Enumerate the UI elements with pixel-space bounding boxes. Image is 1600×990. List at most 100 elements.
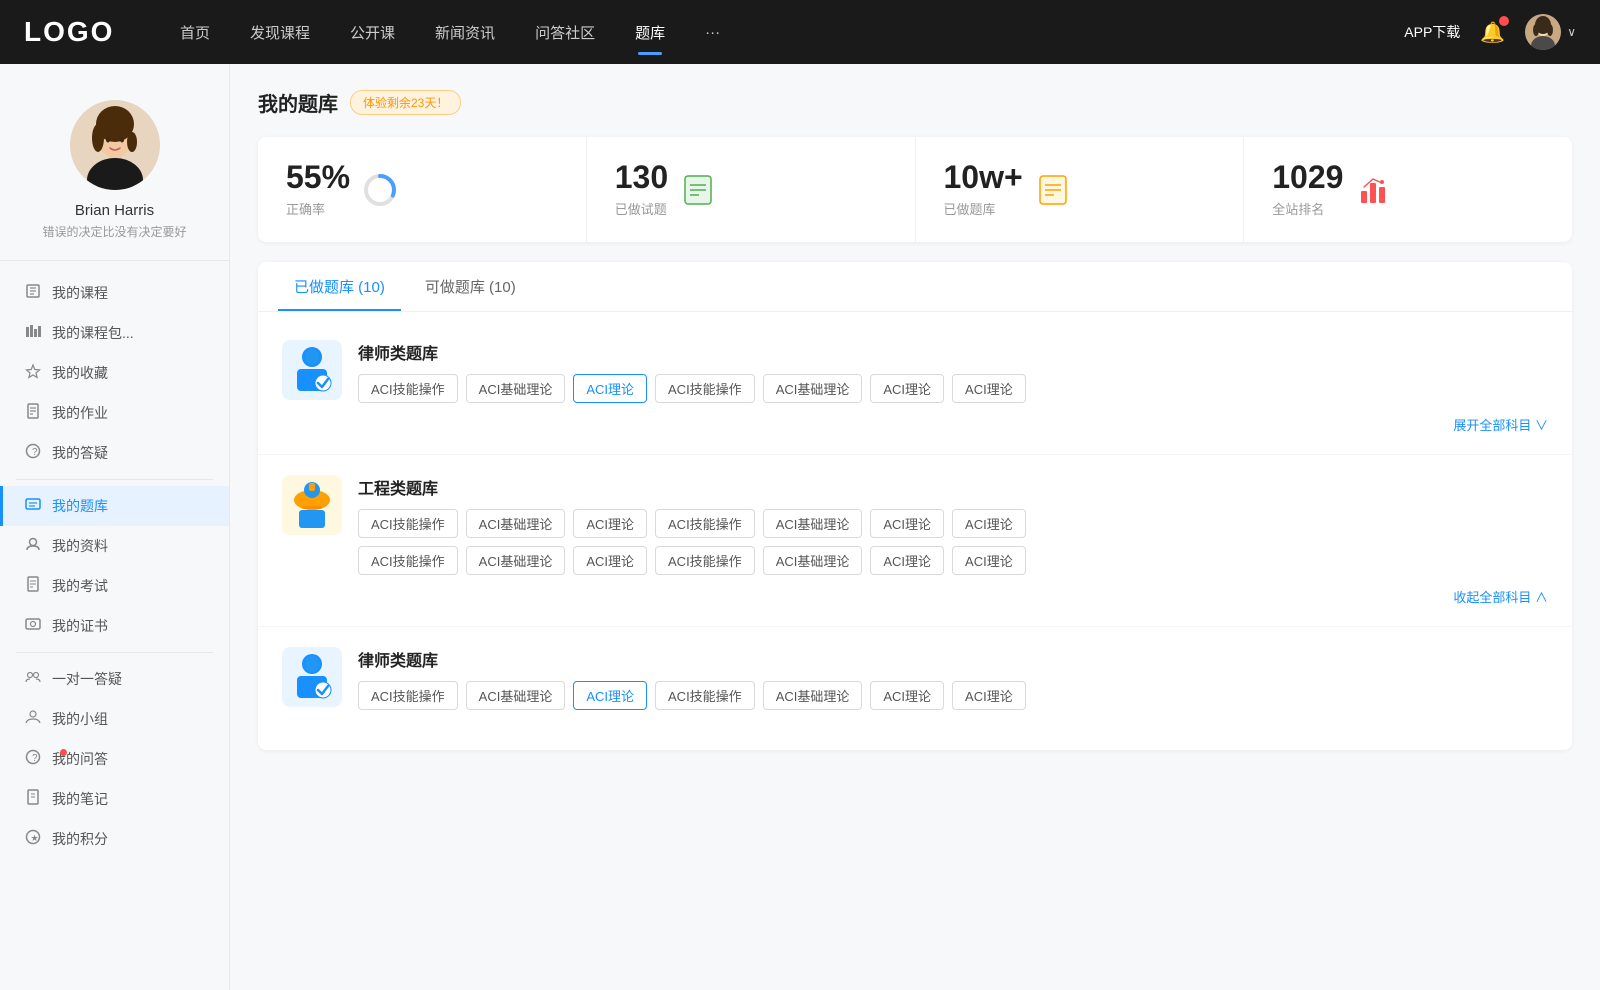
- tag-lawyer-2[interactable]: ACI理论: [573, 374, 647, 403]
- sidebar-item-homework[interactable]: 我的作业: [0, 393, 229, 433]
- stat-ranking-label: 全站排名: [1272, 199, 1343, 218]
- tag-eng-4[interactable]: ACI基础理论: [763, 509, 863, 538]
- tag-lawyer2-6[interactable]: ACI理论: [952, 681, 1026, 710]
- tab-done-banks[interactable]: 已做题库 (10): [278, 262, 401, 311]
- sidebar-item-qbank[interactable]: 我的题库: [0, 486, 229, 526]
- sidebar-item-my-course[interactable]: 我的课程: [0, 273, 229, 313]
- tag-lawyer-0[interactable]: ACI技能操作: [358, 374, 458, 403]
- tag-eng-r2-0[interactable]: ACI技能操作: [358, 546, 458, 575]
- nav-menu: 首页 发现课程 公开课 新闻资讯 问答社区 题库 ···: [164, 14, 1404, 51]
- sidebar-item-my-qa[interactable]: ? 我的问答: [0, 739, 229, 779]
- qbank-engineer-tags-row1: ACI技能操作 ACI基础理论 ACI理论 ACI技能操作 ACI基础理论 AC…: [358, 509, 1548, 538]
- svg-text:?: ?: [32, 447, 38, 458]
- star-icon: [24, 363, 42, 383]
- qa-badge: [60, 749, 67, 756]
- tag-lawyer2-4[interactable]: ACI基础理论: [763, 681, 863, 710]
- tag-lawyer2-0[interactable]: ACI技能操作: [358, 681, 458, 710]
- sidebar-item-notes[interactable]: 我的笔记: [0, 779, 229, 819]
- sidebar-item-exam[interactable]: 我的考试: [0, 566, 229, 606]
- tag-eng-r2-4[interactable]: ACI基础理论: [763, 546, 863, 575]
- tag-eng-2[interactable]: ACI理论: [573, 509, 647, 538]
- sidebar-label-points: 我的积分: [52, 829, 108, 849]
- qa-icon: ?: [24, 443, 42, 463]
- stat-done-label: 已做试题: [615, 199, 668, 218]
- tag-lawyer2-3[interactable]: ACI技能操作: [655, 681, 755, 710]
- page-layout: Brian Harris 错误的决定比没有决定要好 我的课程 我的课程包...: [0, 64, 1600, 990]
- sidebar-item-course-pack[interactable]: 我的课程包...: [0, 313, 229, 353]
- sidebar-item-certificate[interactable]: 我的证书: [0, 606, 229, 646]
- qbank-lawyer-expand[interactable]: 展开全部科目 ∨: [1453, 415, 1548, 434]
- stat-ranking: 1029 全站排名: [1244, 137, 1572, 242]
- navbar: LOGO 首页 发现课程 公开课 新闻资讯 问答社区 题库 ··· APP下载 …: [0, 0, 1600, 64]
- qbank-lawyer2-tags: ACI技能操作 ACI基础理论 ACI理论 ACI技能操作 ACI基础理论 AC…: [358, 681, 1548, 710]
- tag-lawyer-1[interactable]: ACI基础理论: [466, 374, 566, 403]
- app-download-button[interactable]: APP下载: [1404, 22, 1460, 42]
- nav-open-course[interactable]: 公开课: [334, 14, 411, 51]
- nav-news[interactable]: 新闻资讯: [419, 14, 511, 51]
- tag-lawyer2-2[interactable]: ACI理论: [573, 681, 647, 710]
- sidebar-item-qa[interactable]: ? 我的答疑: [0, 433, 229, 473]
- profile-name: Brian Harris: [75, 202, 154, 219]
- tag-eng-5[interactable]: ACI理论: [870, 509, 944, 538]
- sidebar-item-group[interactable]: 我的小组: [0, 699, 229, 739]
- nav-home[interactable]: 首页: [164, 14, 226, 51]
- notification-bell[interactable]: 🔔: [1480, 20, 1505, 45]
- sidebar-item-profile[interactable]: 我的资料: [0, 526, 229, 566]
- done-banks-icon: [1035, 172, 1071, 208]
- divider-2: [16, 652, 213, 653]
- tab-available-banks[interactable]: 可做题库 (10): [409, 262, 532, 311]
- tag-eng-6[interactable]: ACI理论: [952, 509, 1026, 538]
- qbank-item-lawyer2: 律师类题库 ACI技能操作 ACI基础理论 ACI理论 ACI技能操作 ACI基…: [258, 627, 1572, 742]
- course-icon: [24, 283, 42, 303]
- qbank-lawyer2-name: 律师类题库: [358, 647, 1548, 671]
- qbank-list: 律师类题库 ACI技能操作 ACI基础理论 ACI理论 ACI技能操作 ACI基…: [258, 312, 1572, 750]
- tag-lawyer2-5[interactable]: ACI理论: [870, 681, 944, 710]
- tag-eng-1[interactable]: ACI基础理论: [466, 509, 566, 538]
- nav-qa[interactable]: 问答社区: [519, 14, 611, 51]
- sidebar-label-favorites: 我的收藏: [52, 363, 108, 383]
- tag-eng-r2-5[interactable]: ACI理论: [870, 546, 944, 575]
- stat-accuracy: 55% 正确率: [258, 137, 587, 242]
- sidebar-label-homework: 我的作业: [52, 403, 108, 423]
- tag-lawyer-5[interactable]: ACI理论: [870, 374, 944, 403]
- sidebar-label-course: 我的课程: [52, 283, 108, 303]
- sidebar-label-qbank: 我的题库: [52, 496, 108, 516]
- sidebar-label-group: 我的小组: [52, 709, 108, 729]
- sidebar-menu: 我的课程 我的课程包... 我的收藏 我的作业: [0, 269, 229, 863]
- profile-motto: 错误的决定比没有决定要好: [26, 223, 202, 240]
- logo[interactable]: LOGO: [24, 16, 124, 48]
- tag-lawyer-6[interactable]: ACI理论: [952, 374, 1026, 403]
- stat-accuracy-value: 55%: [286, 161, 350, 193]
- sidebar-item-points[interactable]: ★ 我的积分: [0, 819, 229, 859]
- sidebar-item-one-on-one[interactable]: 一对一答疑: [0, 659, 229, 699]
- tag-eng-r2-1[interactable]: ACI基础理论: [466, 546, 566, 575]
- sidebar-item-favorites[interactable]: 我的收藏: [0, 353, 229, 393]
- ranking-icon: [1355, 172, 1391, 208]
- nav-qbank[interactable]: 题库: [619, 14, 681, 51]
- nav-more[interactable]: ···: [689, 16, 736, 49]
- tag-eng-r2-2[interactable]: ACI理论: [573, 546, 647, 575]
- notes-icon: [24, 789, 42, 809]
- qbank-lawyer-name: 律师类题库: [358, 340, 1548, 364]
- my-qa-icon: ?: [24, 749, 42, 769]
- tag-eng-r2-6[interactable]: ACI理论: [952, 546, 1026, 575]
- sidebar-label-profile: 我的资料: [52, 536, 108, 556]
- trial-badge: 体验剩余23天！: [350, 90, 461, 115]
- profile-icon: [24, 536, 42, 556]
- stat-banks-label: 已做题库: [944, 199, 1023, 218]
- page-title: 我的题库: [258, 88, 338, 117]
- qbank-engineer-expand[interactable]: 收起全部科目 ∧: [1453, 587, 1548, 606]
- user-avatar-wrap[interactable]: ∨: [1525, 14, 1576, 50]
- tag-eng-3[interactable]: ACI技能操作: [655, 509, 755, 538]
- nav-discover[interactable]: 发现课程: [234, 14, 326, 51]
- tag-lawyer-3[interactable]: ACI技能操作: [655, 374, 755, 403]
- tag-eng-r2-3[interactable]: ACI技能操作: [655, 546, 755, 575]
- course-pack-icon: [24, 323, 42, 343]
- tag-lawyer-4[interactable]: ACI基础理论: [763, 374, 863, 403]
- sidebar-label-certificate: 我的证书: [52, 616, 108, 636]
- tag-lawyer2-1[interactable]: ACI基础理论: [466, 681, 566, 710]
- stat-banks-value: 10w+: [944, 161, 1023, 193]
- profile-section: Brian Harris 错误的决定比没有决定要好: [0, 84, 229, 261]
- tag-eng-0[interactable]: ACI技能操作: [358, 509, 458, 538]
- points-icon: ★: [24, 829, 42, 849]
